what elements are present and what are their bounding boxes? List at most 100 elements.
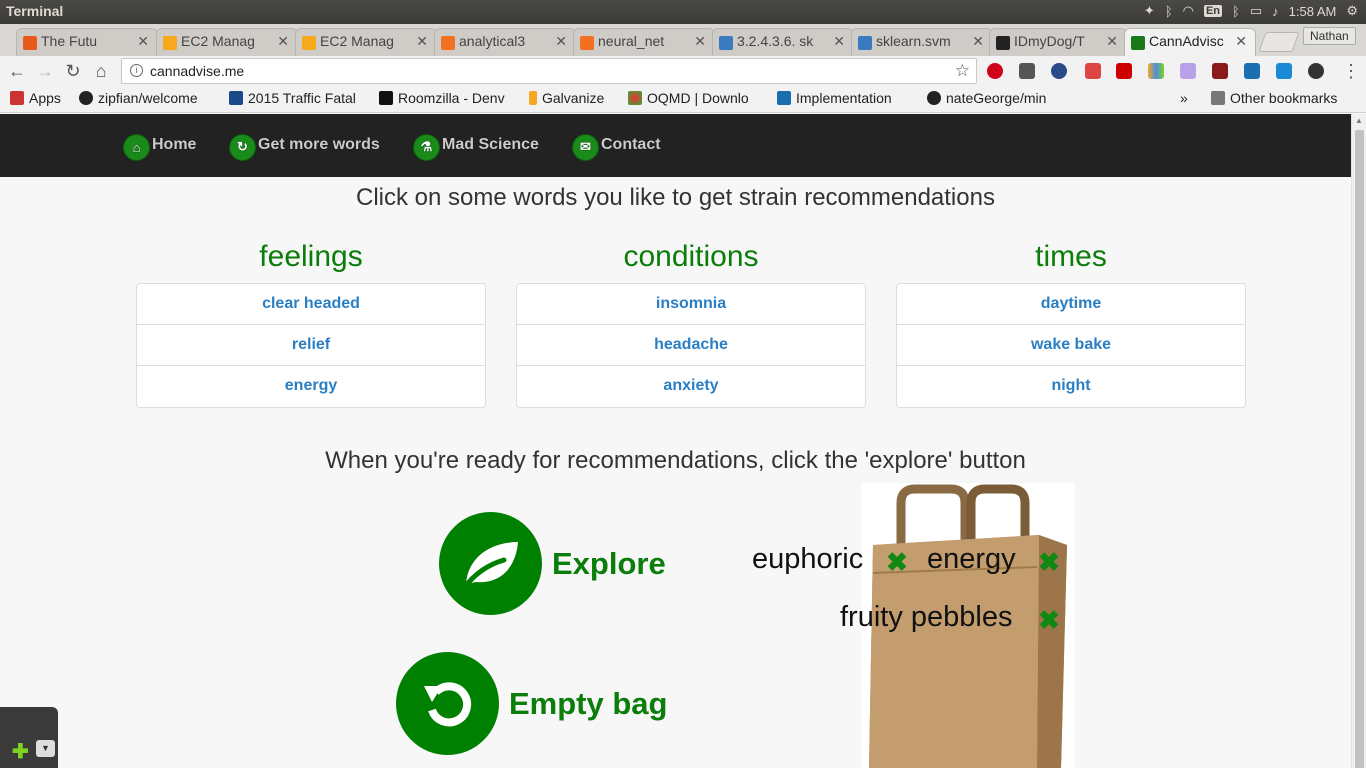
close-icon[interactable]: ✕ <box>694 33 706 50</box>
nav-contact[interactable]: ✉ Contact <box>572 131 661 161</box>
tab-5[interactable]: neural_net ✕ <box>573 28 715 56</box>
leaf-icon <box>439 512 542 615</box>
bag-item: euphoric <box>752 543 864 575</box>
add-icon[interactable]: ✚ <box>12 739 29 764</box>
opera-icon[interactable] <box>987 63 1003 79</box>
tab-2[interactable]: EC2 Manag ✕ <box>156 28 298 56</box>
bookmark-item[interactable]: OQMD | Downlo <box>628 90 764 106</box>
home-icon: ⌂ <box>123 133 150 161</box>
tab-strip: The Futu ✕ EC2 Manag ✕ EC2 Manag ✕ analytical3… <box>0 24 1366 57</box>
bookmark-item[interactable]: 2015 Traffic Fatal <box>229 90 365 106</box>
tab-6[interactable]: 3.2.4.3.6. sk ✕ <box>712 28 854 56</box>
dropbox-icon[interactable]: ✦ <box>1144 3 1155 19</box>
tab-4[interactable]: analytical3 ✕ <box>434 28 576 56</box>
close-icon[interactable]: ✕ <box>833 33 845 50</box>
favicon-icon <box>23 36 37 50</box>
nav-mad-science[interactable]: ⚗ Mad Science <box>413 131 539 161</box>
url-text: cannadvise.me <box>150 63 245 79</box>
bookmark-apps[interactable]: Apps <box>10 90 61 106</box>
extension-icon[interactable] <box>1180 63 1196 79</box>
profile-button[interactable]: Nathan <box>1303 27 1356 45</box>
empty-bag-button[interactable]: Empty bag <box>396 652 667 755</box>
word-button[interactable]: insomnia <box>517 284 865 325</box>
extension-icon[interactable] <box>1116 63 1132 79</box>
extension-icon[interactable] <box>1244 63 1260 79</box>
close-icon[interactable]: ✕ <box>555 33 567 50</box>
bookmark-item[interactable]: zipfian/welcome <box>79 90 217 106</box>
bookmark-item[interactable]: Implementation <box>777 90 913 106</box>
bluetooth-icon[interactable]: ᛒ <box>1165 4 1173 19</box>
tab-8[interactable]: IDmyDog/T ✕ <box>989 28 1127 56</box>
word-button[interactable]: clear headed <box>137 284 485 325</box>
close-icon[interactable]: ✕ <box>1106 33 1118 50</box>
tab-1[interactable]: The Futu ✕ <box>16 28 158 56</box>
home-button-icon[interactable]: ⌂ <box>90 60 112 82</box>
flask-icon: ⚗ <box>413 133 440 161</box>
bookmark-item[interactable]: nateGeorge/min <box>927 90 1063 106</box>
chevron-down-icon[interactable]: ▼ <box>36 740 55 757</box>
favicon-icon <box>719 36 733 50</box>
extension-icon[interactable] <box>1019 63 1035 79</box>
tab-label: IDmyDog/T <box>1014 33 1085 49</box>
close-icon[interactable]: ✕ <box>1235 33 1247 50</box>
word-button[interactable]: relief <box>137 325 485 366</box>
remove-item-icon[interactable]: ✖ <box>885 549 909 575</box>
times-list: daytime wake bake night <box>896 283 1246 408</box>
extension-icon[interactable] <box>1051 63 1067 79</box>
tab-label: analytical3 <box>459 33 526 49</box>
site-icon <box>777 91 791 105</box>
scroll-up-icon[interactable]: ▲ <box>1355 116 1363 125</box>
remove-item-icon[interactable]: ✖ <box>1037 607 1061 633</box>
info-icon[interactable]: i <box>130 64 143 77</box>
tab-label: 3.2.4.3.6. sk <box>737 33 814 49</box>
word-button[interactable]: wake bake <box>897 325 1245 366</box>
close-icon[interactable]: ✕ <box>277 33 289 50</box>
nav-get-more-words[interactable]: ↻ Get more words <box>229 131 380 161</box>
word-button[interactable]: anxiety <box>517 366 865 407</box>
tab-label: CannAdvisc <box>1149 33 1224 49</box>
gear-icon[interactable]: ⚙ <box>1346 3 1358 19</box>
page-content: Click on some words you like to get stra… <box>0 177 1351 768</box>
bluetooth-status-icon[interactable]: ᛒ <box>1232 4 1240 19</box>
forward-icon[interactable]: → <box>34 60 56 82</box>
word-button[interactable]: night <box>897 366 1245 407</box>
favicon-icon <box>163 36 177 50</box>
back-icon[interactable]: ← <box>6 60 28 82</box>
bookmarks-bar: Apps zipfian/welcome 2015 Traffic Fatal … <box>0 86 1366 113</box>
other-bookmarks[interactable]: Other bookmarks <box>1211 90 1337 106</box>
bookmark-item[interactable]: Roomzilla - Denv <box>379 90 515 106</box>
close-icon[interactable]: ✕ <box>416 33 428 50</box>
close-icon[interactable]: ✕ <box>972 33 984 50</box>
bookmark-star-icon[interactable]: ☆ <box>955 61 970 81</box>
tab-9[interactable]: CannAdvisc ✕ <box>1124 28 1256 57</box>
extension-icon[interactable] <box>1148 63 1164 79</box>
close-icon[interactable]: ✕ <box>137 33 149 50</box>
tab-label: EC2 Manag <box>320 33 394 49</box>
more-bookmarks-button[interactable]: » <box>1180 90 1188 106</box>
keyboard-layout[interactable]: En <box>1203 5 1223 17</box>
tab-7[interactable]: sklearn.svm ✕ <box>851 28 993 56</box>
menu-icon[interactable]: ⋮ <box>1340 60 1362 82</box>
folder-icon <box>1211 91 1225 105</box>
remove-item-icon[interactable]: ✖ <box>1037 549 1061 575</box>
extension-icon[interactable] <box>1212 63 1228 79</box>
explore-button[interactable]: Explore <box>439 512 666 615</box>
address-bar[interactable]: i cannadvise.me ☆ <box>121 58 977 84</box>
word-button[interactable]: headache <box>517 325 865 366</box>
reload-icon[interactable]: ↻ <box>62 60 84 82</box>
bookmark-item[interactable]: Galvanize <box>529 90 604 106</box>
word-button[interactable]: daytime <box>897 284 1245 325</box>
extension-icon[interactable] <box>1276 63 1292 79</box>
clock[interactable]: 1:58 AM <box>1289 4 1337 19</box>
wifi-icon[interactable]: ◠ <box>1183 3 1194 19</box>
volume-icon[interactable]: ♪ <box>1272 4 1279 19</box>
page-scrollbar[interactable]: ▲ <box>1351 114 1366 768</box>
nav-home[interactable]: ⌂ Home <box>123 131 196 161</box>
tab-3[interactable]: EC2 Manag ✕ <box>295 28 437 56</box>
word-button[interactable]: energy <box>137 366 485 407</box>
extension-icon[interactable] <box>1308 63 1324 79</box>
battery-icon[interactable]: ▭ <box>1250 3 1262 19</box>
new-tab-button[interactable] <box>1258 32 1300 52</box>
gmail-icon[interactable] <box>1085 63 1101 79</box>
scrollbar-thumb[interactable] <box>1355 130 1364 768</box>
